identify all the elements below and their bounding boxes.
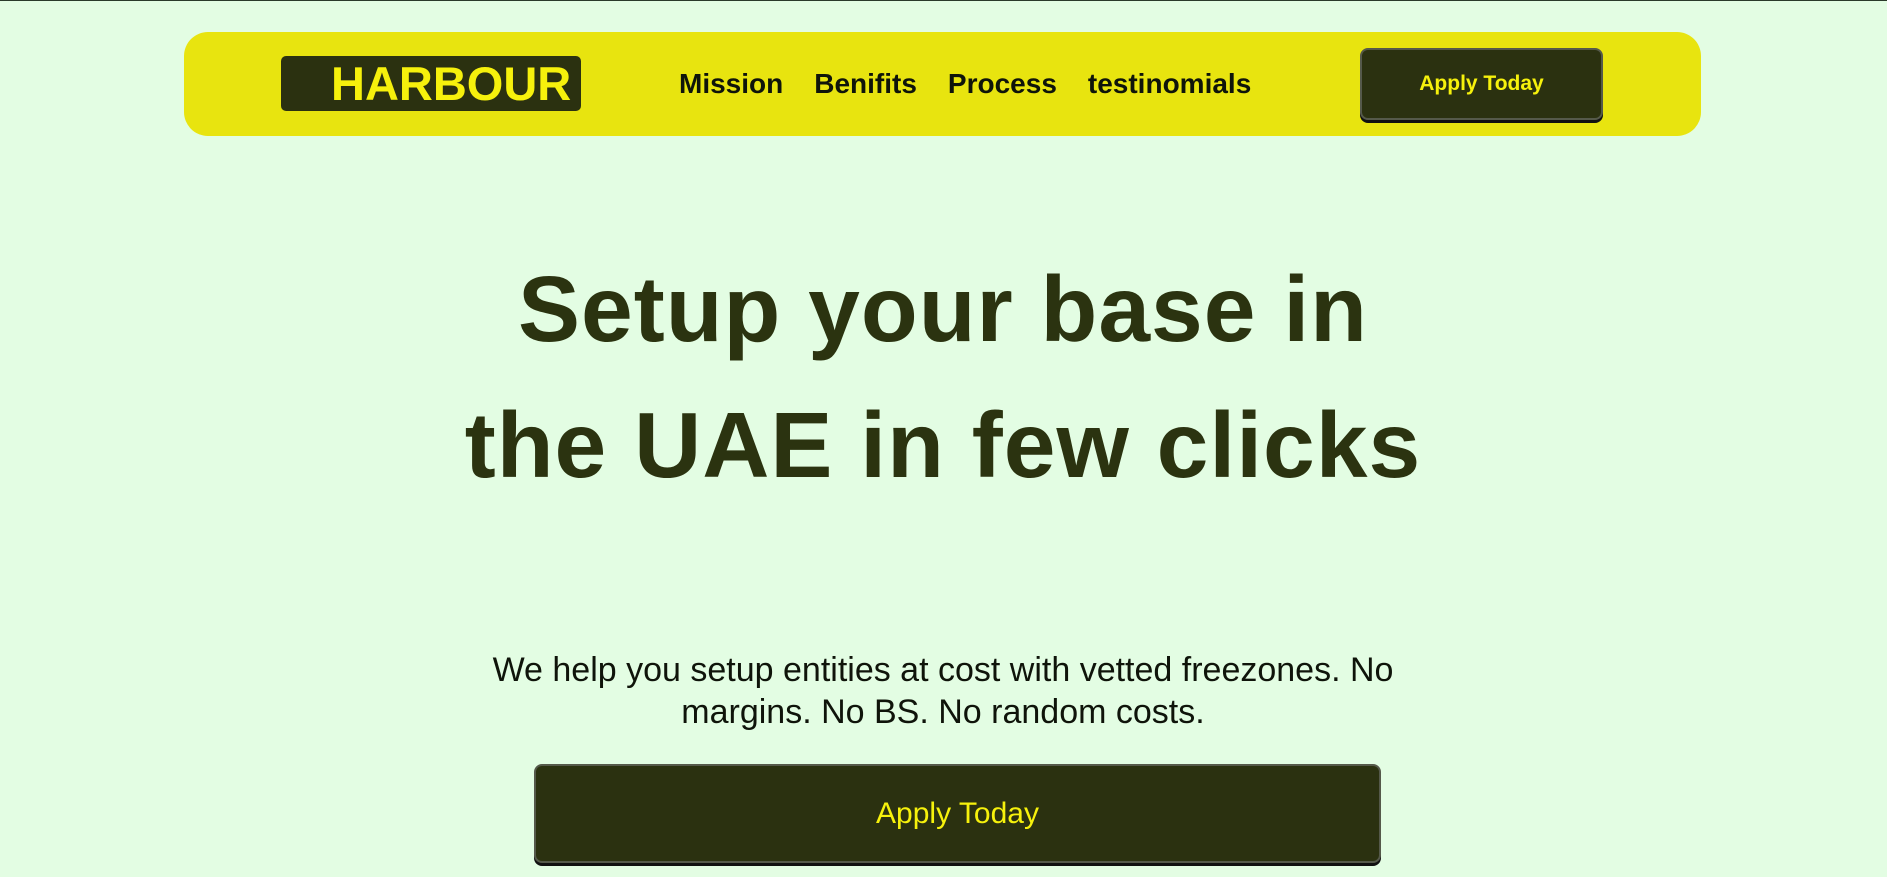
nav-link-process[interactable]: Process [948, 68, 1057, 100]
harbour-logo[interactable]: HARBOUR [281, 56, 581, 111]
nav-link-testimonials[interactable]: testinomials [1088, 68, 1251, 100]
navbar: HARBOUR Mission Benifits Process testino… [184, 32, 1701, 136]
nav-link-mission[interactable]: Mission [679, 68, 783, 100]
nav-links: Mission Benifits Process testinomials [679, 32, 1282, 136]
hero-subtitle: We help you setup entities at cost with … [492, 651, 1394, 731]
nav-link-benefits[interactable]: Benifits [814, 68, 917, 100]
hero-title: Setup your base in the UAE in few clicks [464, 257, 1422, 497]
hero-apply-button[interactable]: Apply Today [534, 764, 1381, 863]
nav-apply-button[interactable]: Apply Today [1360, 48, 1603, 120]
